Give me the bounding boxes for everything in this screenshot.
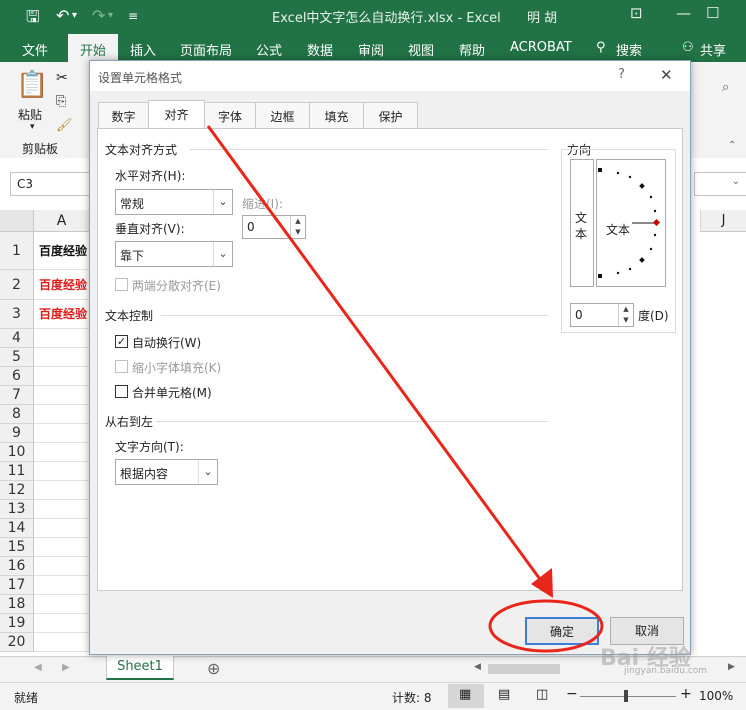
annotation-circle — [488, 599, 604, 653]
annotation-overlay — [206, 125, 604, 653]
watermark-url: jingyan.baidu.com — [624, 666, 708, 676]
annotation-arrow-line — [206, 125, 547, 587]
